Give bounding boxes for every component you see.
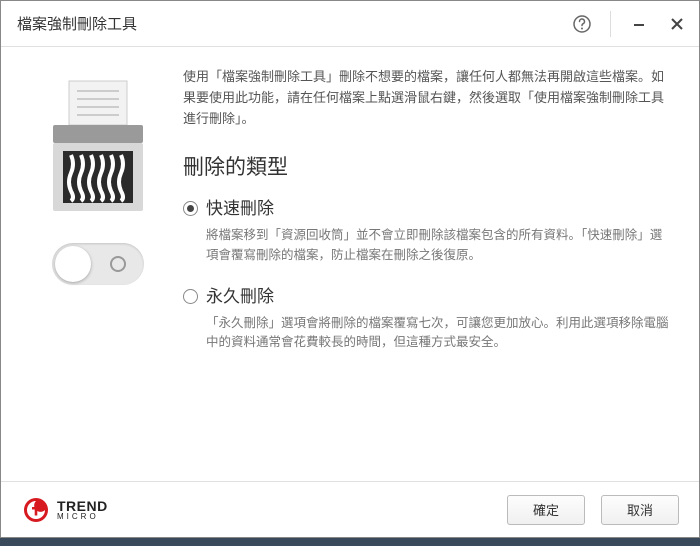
enable-toggle[interactable] [52,243,144,285]
titlebar-divider [610,11,611,37]
close-icon[interactable] [667,14,687,34]
content-area: 使用「檔案強制刪除工具」刪除不想要的檔案，讓任何人都無法再開啟這些檔案。如果要使… [1,47,699,481]
confirm-button[interactable]: 確定 [507,495,585,525]
cancel-button[interactable]: 取消 [601,495,679,525]
section-heading: 刪除的類型 [183,151,671,185]
radio-dot [187,205,194,212]
intro-text: 使用「檔案強制刪除工具」刪除不想要的檔案，讓任何人都無法再開啟這些檔案。如果要使… [183,67,671,129]
app-window: 檔案強制刪除工具 [0,0,700,538]
help-icon[interactable] [572,14,592,34]
toggle-off-indicator [110,256,126,272]
minimize-icon[interactable] [629,14,649,34]
footer: TREND MICRO 確定 取消 [1,481,699,537]
brand-text: TREND MICRO [57,499,108,521]
option-quick-delete: 快速刪除 將檔案移到「資源回收筒」並不會立即刪除該檔案包含的所有資料。「快速刪除… [183,195,671,265]
brand-main: TREND [57,499,108,513]
option-row[interactable]: 永久刪除 [183,283,671,310]
titlebar: 檔案強制刪除工具 [1,1,699,47]
brand: TREND MICRO [23,497,491,523]
window-title: 檔案強制刪除工具 [17,13,572,34]
option-desc: 「永久刪除」選項會將刪除的檔案覆寫七次，可讓您更加放心。利用此選項移除電腦中的資… [183,314,671,353]
brand-sub: MICRO [57,513,108,521]
left-column [29,67,167,471]
radio-permanent-delete[interactable] [183,289,198,304]
toggle-knob [55,246,91,282]
radio-quick-delete[interactable] [183,201,198,216]
option-label: 永久刪除 [206,283,274,310]
option-permanent-delete: 永久刪除 「永久刪除」選項會將刪除的檔案覆寫七次，可讓您更加放心。利用此選項移除… [183,283,671,353]
shredder-icon [43,75,153,215]
titlebar-buttons [572,11,687,37]
right-column: 使用「檔案強制刪除工具」刪除不想要的檔案，讓任何人都無法再開啟這些檔案。如果要使… [167,67,671,471]
option-label: 快速刪除 [206,195,274,222]
option-row[interactable]: 快速刪除 [183,195,671,222]
option-desc: 將檔案移到「資源回收筒」並不會立即刪除該檔案包含的所有資料。「快速刪除」選項會覆… [183,226,671,265]
trend-swirl-icon [23,497,49,523]
